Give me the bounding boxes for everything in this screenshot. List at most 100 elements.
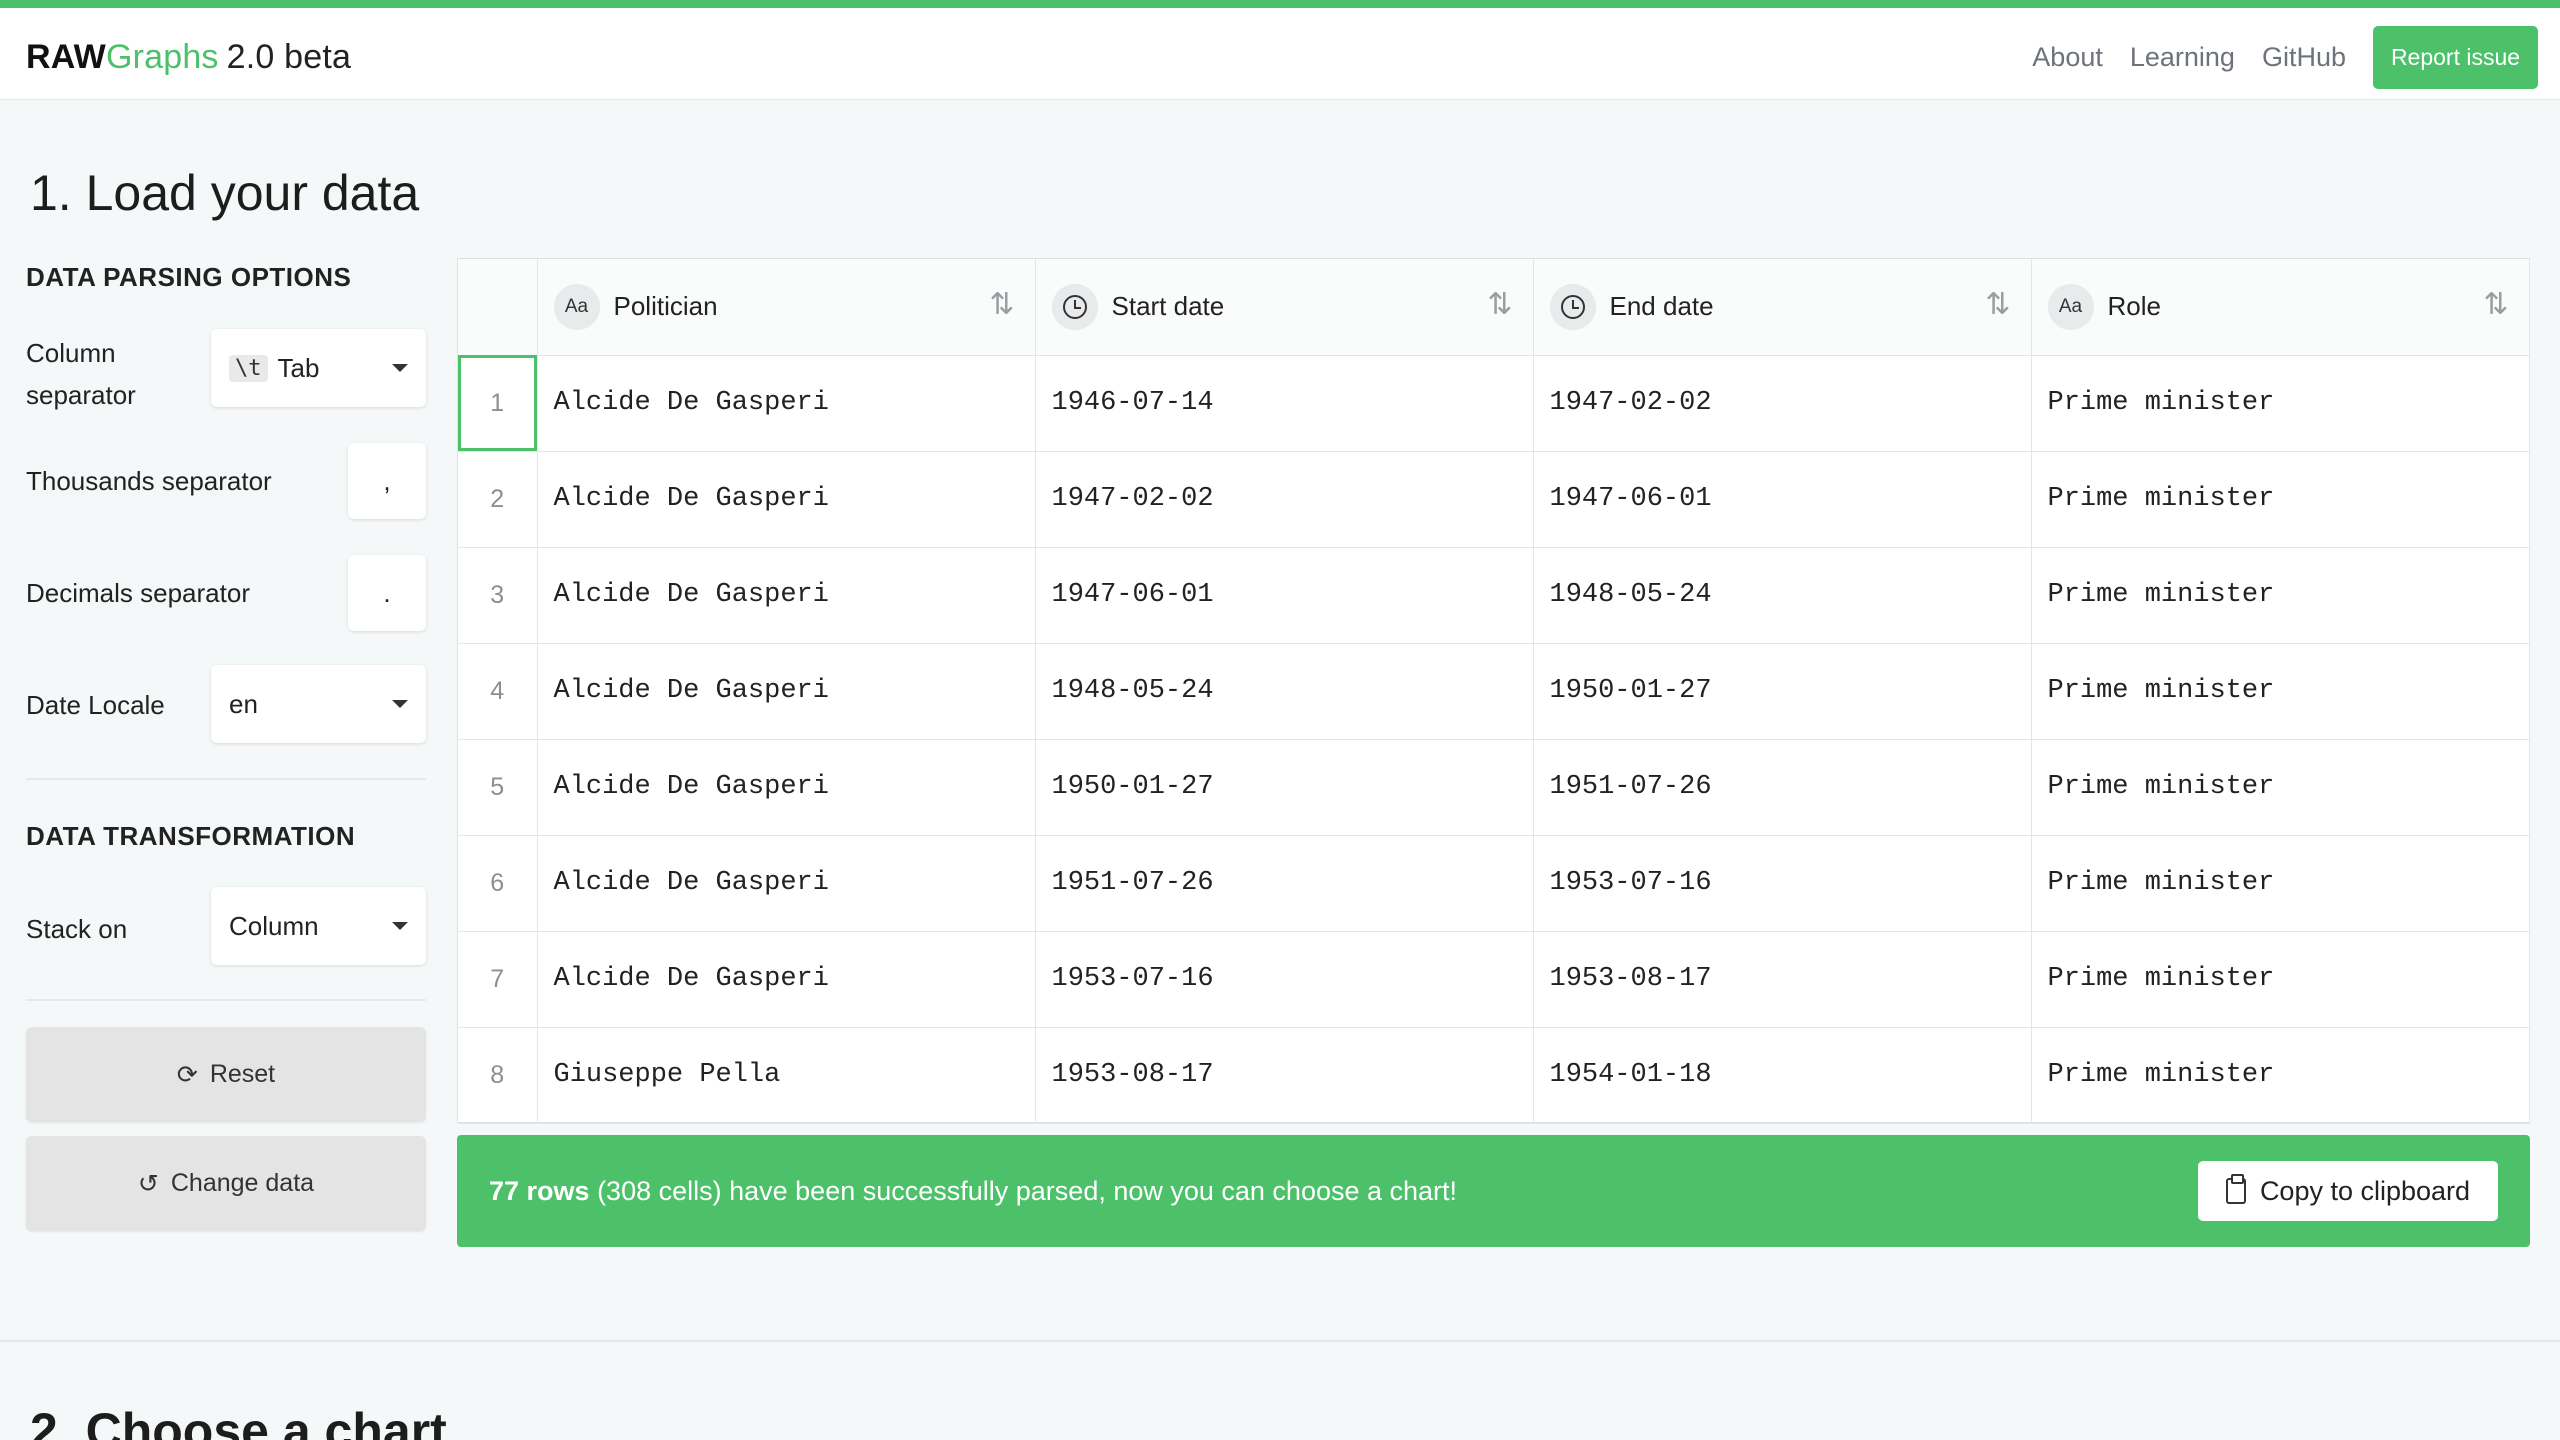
table-row: 4 Alcide De Gasperi 1948-05-24 1950-01-2… xyxy=(458,643,2530,740)
clock-icon xyxy=(1560,294,1585,319)
table-cell[interactable]: 1953-08-17 xyxy=(1035,1027,1534,1124)
reset-button[interactable]: ⟳ Reset xyxy=(26,1027,426,1122)
table-cell[interactable]: 1953-07-16 xyxy=(1035,931,1534,1028)
table-cell[interactable]: 1951-07-26 xyxy=(1035,835,1534,932)
string-type-icon[interactable]: Aa xyxy=(2047,283,2094,330)
sort-icon[interactable]: ⇅ xyxy=(1487,287,1512,322)
table-cell[interactable]: Giuseppe Pella xyxy=(537,1027,1036,1124)
table-cell[interactable]: Prime minister xyxy=(2031,547,2530,644)
table-row: 8 Giuseppe Pella 1953-08-17 1954-01-18 P… xyxy=(458,1027,2530,1124)
table-row: 5 Alcide De Gasperi 1950-01-27 1951-07-2… xyxy=(458,739,2530,836)
table-row: 7 Alcide De Gasperi 1953-07-16 1953-08-1… xyxy=(458,931,2530,1028)
copy-to-clipboard-button[interactable]: Copy to clipboard xyxy=(2198,1161,2498,1221)
section-divider xyxy=(0,1340,2560,1342)
decimals-separator-label: Decimals separator xyxy=(26,578,250,608)
row-index[interactable]: 4 xyxy=(458,643,538,740)
top-bar: RAWGraphs 2.0 beta About Learning GitHub … xyxy=(0,0,2560,100)
table-cell[interactable]: 1947-02-02 xyxy=(1533,355,2032,452)
row-index[interactable]: 3 xyxy=(458,547,538,644)
table-row: 2 Alcide De Gasperi 1947-02-02 1947-06-0… xyxy=(458,451,2530,548)
chevron-down-icon xyxy=(392,700,408,708)
chevron-down-icon xyxy=(392,922,408,930)
date-locale-label: Date Locale xyxy=(26,690,165,720)
row-index[interactable]: 7 xyxy=(458,931,538,1028)
table-cell[interactable]: Prime minister xyxy=(2031,451,2530,548)
table-cell[interactable]: Alcide De Gasperi xyxy=(537,931,1036,1028)
table-cell[interactable]: 1948-05-24 xyxy=(1035,643,1534,740)
nav-github[interactable]: GitHub xyxy=(2262,42,2346,73)
table-row: 6 Alcide De Gasperi 1951-07-26 1953-07-1… xyxy=(458,835,2530,932)
sort-icon[interactable]: ⇅ xyxy=(989,287,1014,322)
stack-on-label: Stack on xyxy=(26,914,128,944)
column-header-politician[interactable]: Aa Politician ⇅ xyxy=(537,259,1036,356)
table-cell[interactable]: Prime minister xyxy=(2031,1027,2530,1124)
table-cell[interactable]: Alcide De Gasperi xyxy=(537,739,1036,836)
row-index[interactable]: 6 xyxy=(458,835,538,932)
table-cell[interactable]: 1948-05-24 xyxy=(1533,547,2032,644)
table-cell[interactable]: Prime minister xyxy=(2031,355,2530,452)
table-cell[interactable]: Alcide De Gasperi xyxy=(537,643,1036,740)
undo-icon: ↺ xyxy=(137,1169,159,1198)
thousands-separator-input[interactable]: , xyxy=(348,443,426,519)
table-row: 1 Alcide De Gasperi 1946-07-14 1947-02-0… xyxy=(458,355,2530,452)
table-cell[interactable]: Alcide De Gasperi xyxy=(537,835,1036,932)
table-cell[interactable]: Prime minister xyxy=(2031,835,2530,932)
table-cell[interactable]: 1954-01-18 xyxy=(1533,1027,2032,1124)
table-cell[interactable]: Prime minister xyxy=(2031,739,2530,836)
table-cell[interactable]: Prime minister xyxy=(2031,643,2530,740)
date-type-icon[interactable] xyxy=(1549,283,1596,330)
row-index[interactable]: 1 xyxy=(458,355,538,452)
top-nav: About Learning GitHub Report issue xyxy=(2032,25,2538,89)
date-locale-select[interactable]: en xyxy=(211,665,426,743)
table-cell[interactable]: 1953-07-16 xyxy=(1533,835,2032,932)
column-header-end-date[interactable]: End date ⇅ xyxy=(1533,259,2032,356)
clock-icon xyxy=(1062,294,1087,319)
table-header-row: Aa Politician ⇅ Start date ⇅ End date ⇅ A… xyxy=(458,259,2530,356)
table-cell[interactable]: 1950-01-27 xyxy=(1533,643,2032,740)
section-title-load-data: 1. Load your data xyxy=(30,165,420,221)
table-cell[interactable]: 1947-06-01 xyxy=(1533,451,2032,548)
parse-success-banner: 77 rows (308 cells) have been successful… xyxy=(457,1135,2530,1247)
table-row: 3 Alcide De Gasperi 1947-06-01 1948-05-2… xyxy=(458,547,2530,644)
table-cell[interactable]: 1953-08-17 xyxy=(1533,931,2032,1028)
divider xyxy=(26,778,426,780)
chevron-down-icon xyxy=(392,364,408,372)
brand-logo[interactable]: RAWGraphs 2.0 beta xyxy=(26,38,351,77)
column-separator-select[interactable]: \t Tab xyxy=(211,329,426,407)
table-cell[interactable]: Alcide De Gasperi xyxy=(537,355,1036,452)
clipboard-icon xyxy=(2225,1174,2246,1204)
table-cell[interactable]: 1950-01-27 xyxy=(1035,739,1534,836)
stack-on-select[interactable]: Column xyxy=(211,887,426,965)
sort-icon[interactable]: ⇅ xyxy=(2483,287,2508,322)
thousands-separator-label: Thousands separator xyxy=(26,466,272,496)
data-grid: Aa Politician ⇅ Start date ⇅ End date ⇅ A… xyxy=(457,258,2530,1124)
refresh-icon: ⟳ xyxy=(176,1060,198,1089)
table-cell[interactable]: Alcide De Gasperi xyxy=(537,451,1036,548)
row-index[interactable]: 8 xyxy=(458,1027,538,1124)
divider xyxy=(26,999,426,1001)
section-title-choose-chart: 2. Choose a chart xyxy=(30,1403,447,1440)
row-index-header xyxy=(458,259,538,356)
table-cell[interactable]: Prime minister xyxy=(2031,931,2530,1028)
table-cell[interactable]: Alcide De Gasperi xyxy=(537,547,1036,644)
table-cell[interactable]: 1947-06-01 xyxy=(1035,547,1534,644)
nav-learning[interactable]: Learning xyxy=(2130,42,2235,73)
nav-about[interactable]: About xyxy=(2032,42,2103,73)
report-issue-button[interactable]: Report issue xyxy=(2373,25,2538,89)
column-header-start-date[interactable]: Start date ⇅ xyxy=(1035,259,1534,356)
decimals-separator-input[interactable]: . xyxy=(348,555,426,631)
parse-success-message: 77 rows (308 cells) have been successful… xyxy=(489,1176,1458,1206)
column-separator-label: Column separator xyxy=(26,338,136,410)
table-cell[interactable]: 1947-02-02 xyxy=(1035,451,1534,548)
table-cell[interactable]: 1951-07-26 xyxy=(1533,739,2032,836)
row-index[interactable]: 5 xyxy=(458,739,538,836)
data-transformation-heading: DATA TRANSFORMATION xyxy=(26,821,356,851)
parsing-options-heading: DATA PARSING OPTIONS xyxy=(26,262,352,292)
row-index[interactable]: 2 xyxy=(458,451,538,548)
sort-icon[interactable]: ⇅ xyxy=(1985,287,2010,322)
change-data-button[interactable]: ↺ Change data xyxy=(26,1136,426,1231)
string-type-icon[interactable]: Aa xyxy=(553,283,600,330)
table-cell[interactable]: 1946-07-14 xyxy=(1035,355,1534,452)
date-type-icon[interactable] xyxy=(1051,283,1098,330)
column-header-role[interactable]: Aa Role ⇅ xyxy=(2031,259,2530,356)
